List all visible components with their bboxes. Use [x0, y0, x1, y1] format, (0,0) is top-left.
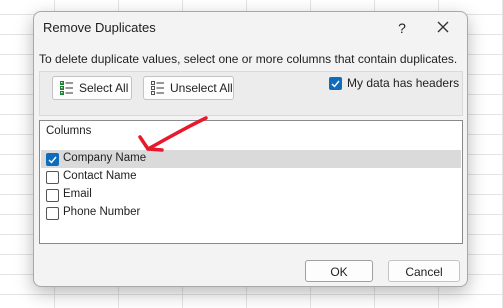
help-button[interactable]: ? [391, 17, 413, 39]
column-label: Contact Name [63, 170, 137, 182]
check-icon [48, 156, 57, 164]
column-item-contact-name[interactable]: Contact Name [41, 168, 461, 186]
unselect-all-label: Unselect All [170, 81, 233, 95]
close-button[interactable] [431, 17, 455, 39]
dialog-description: To delete duplicate values, select one o… [39, 52, 458, 66]
ok-button[interactable]: OK [305, 260, 373, 282]
title-bar: Remove Duplicates ? [34, 12, 467, 46]
column-item-email[interactable]: Email [41, 186, 461, 204]
cancel-button[interactable]: Cancel [388, 260, 460, 282]
select-all-icon [60, 81, 73, 95]
column-label: Phone Number [63, 206, 141, 218]
column-checkbox[interactable] [46, 171, 59, 184]
column-label: Company Name [63, 152, 147, 164]
columns-header: Columns [46, 125, 92, 137]
select-all-button[interactable]: Select All [52, 76, 132, 100]
cancel-label: Cancel [405, 265, 443, 279]
headers-checkbox[interactable] [329, 77, 342, 90]
headers-checkbox-label[interactable]: My data has headers [347, 76, 459, 90]
ok-label: OK [330, 265, 348, 279]
columns-list[interactable]: Columns Company Name Contact Name Email … [39, 120, 463, 244]
select-all-label: Select All [79, 81, 129, 95]
dialog-title: Remove Duplicates [43, 20, 156, 35]
column-label: Email [63, 188, 92, 200]
column-checkbox[interactable] [46, 189, 59, 202]
close-icon [437, 21, 449, 33]
check-icon [331, 80, 340, 88]
column-item-company-name[interactable]: Company Name [41, 150, 461, 168]
unselect-all-button[interactable]: Unselect All [143, 76, 234, 100]
remove-duplicates-dialog: Remove Duplicates ? To delete duplicate … [33, 11, 468, 287]
column-item-phone-number[interactable]: Phone Number [41, 204, 461, 222]
column-checkbox[interactable] [46, 153, 59, 166]
column-checkbox[interactable] [46, 207, 59, 220]
unselect-all-icon [151, 81, 164, 95]
